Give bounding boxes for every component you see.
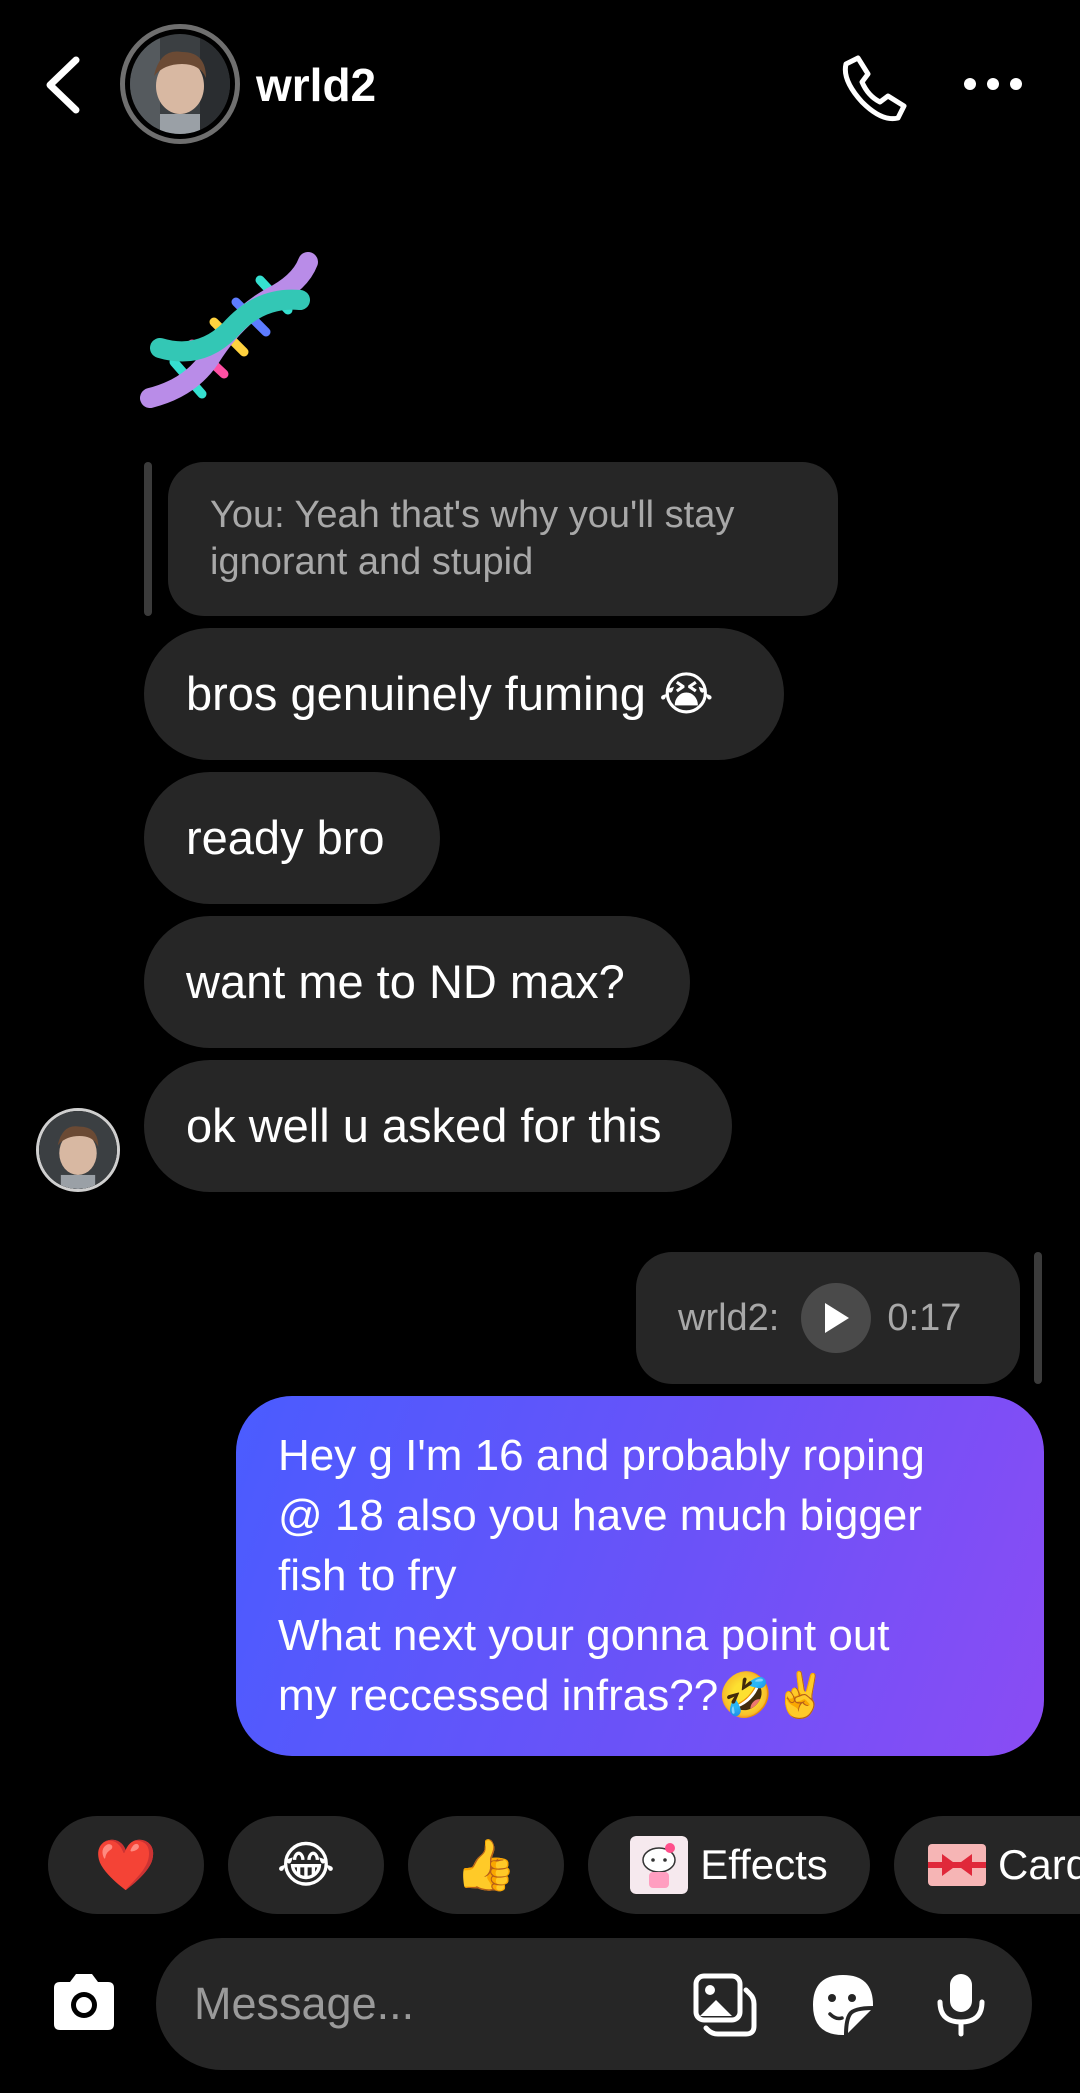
reply-indicator-bar bbox=[1034, 1252, 1042, 1384]
sent-message-line: Hey g I'm 16 and probably roping bbox=[278, 1431, 925, 1480]
sticker-icon[interactable] bbox=[810, 1972, 876, 2038]
effects-button[interactable]: Effects bbox=[588, 1816, 870, 1914]
phone-icon[interactable] bbox=[838, 52, 910, 124]
profile-avatar[interactable] bbox=[120, 24, 240, 144]
voice-message-reply[interactable]: wrld2: 0:17 bbox=[636, 1252, 1020, 1384]
sent-message[interactable]: Hey g I'm 16 and probably roping @ 18 al… bbox=[236, 1396, 1044, 1756]
sent-message-line: fish to fry bbox=[278, 1551, 457, 1600]
received-message[interactable]: ok well u asked for this bbox=[144, 1060, 732, 1192]
reply-indicator-bar bbox=[144, 462, 152, 616]
hello-kitty-icon bbox=[630, 1836, 689, 1894]
effects-label: Effects bbox=[700, 1841, 828, 1888]
chevron-left-icon[interactable] bbox=[40, 52, 90, 118]
ribbon-card-icon bbox=[928, 1844, 986, 1886]
chat-username[interactable]: wrld2 bbox=[256, 58, 376, 112]
gallery-icon[interactable] bbox=[692, 1972, 758, 2038]
received-message[interactable]: want me to ND max? bbox=[144, 916, 690, 1048]
voice-sender: wrld2: bbox=[678, 1296, 780, 1339]
laugh-reaction-button[interactable]: 😂 bbox=[228, 1816, 384, 1914]
camera-icon[interactable] bbox=[48, 1970, 120, 2034]
more-horizontal-icon[interactable] bbox=[960, 62, 1026, 106]
received-message[interactable]: bros genuinely fuming 😭 bbox=[144, 628, 784, 760]
received-message[interactable]: ready bro bbox=[144, 772, 440, 904]
voice-duration: 0:17 bbox=[887, 1296, 962, 1339]
quick-reactions-bar: ❤️ 😂 👍 Effects Cards bbox=[0, 1816, 1080, 1914]
reply-quote[interactable]: You: Yeah that's why you'll stay ignoran… bbox=[168, 462, 838, 616]
chat-header: wrld2 bbox=[0, 0, 1080, 170]
sent-message-line: @ 18 also you have much bigger bbox=[278, 1491, 922, 1540]
microphone-icon[interactable] bbox=[928, 1972, 994, 2038]
thumbs-up-reaction-button[interactable]: 👍 bbox=[408, 1816, 564, 1914]
sent-message-line: What next your gonna point out bbox=[278, 1611, 890, 1660]
cards-label: Cards bbox=[998, 1841, 1080, 1888]
laugh-emoji: 😂 bbox=[276, 1837, 336, 1893]
cards-button[interactable]: Cards bbox=[894, 1816, 1080, 1914]
message-composer bbox=[156, 1938, 1032, 2070]
message-input[interactable] bbox=[194, 1938, 674, 2070]
thumbs-up-emoji: 👍 bbox=[454, 1837, 518, 1893]
dna-sticker bbox=[140, 252, 318, 408]
heart-emoji: ❤️ bbox=[94, 1837, 158, 1893]
sent-message-line: my reccessed infras??🤣✌️ bbox=[278, 1671, 828, 1720]
sender-avatar[interactable] bbox=[36, 1108, 120, 1192]
play-icon[interactable] bbox=[801, 1283, 872, 1353]
heart-reaction-button[interactable]: ❤️ bbox=[48, 1816, 204, 1914]
